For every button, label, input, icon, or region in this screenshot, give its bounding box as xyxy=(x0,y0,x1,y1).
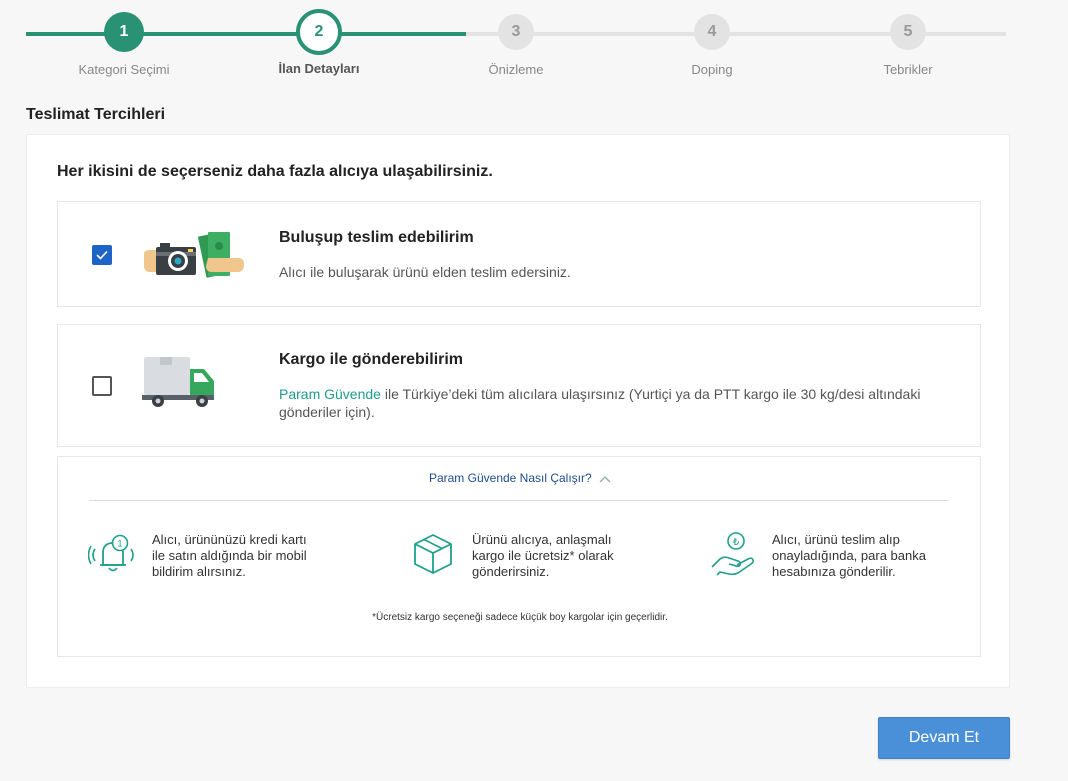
param-guvende-link[interactable]: Param Güvende xyxy=(279,386,381,402)
notification-bell-icon: 1 xyxy=(88,534,134,572)
meet-in-person-checkbox[interactable] xyxy=(92,245,112,265)
ship-by-cargo-checkbox[interactable] xyxy=(92,376,112,396)
checkmark-icon xyxy=(96,250,108,260)
hand-lira-coin-icon: ₺ xyxy=(711,532,755,576)
continue-button[interactable]: Devam Et xyxy=(878,717,1010,759)
step-4: 4 Doping xyxy=(632,8,792,77)
step-3: 3 Önizleme xyxy=(436,8,596,77)
progress-stepper: 1 Kategori Seçimi 2 İlan Detayları 3 Öni… xyxy=(26,8,1006,88)
delivery-truck-illustration xyxy=(142,357,214,407)
hand-exchange-illustration xyxy=(144,232,244,278)
step-label: İlan Detayları xyxy=(278,61,360,76)
delivery-preferences-card: Her ikisini de seçerseniz daha fazla alı… xyxy=(26,134,1010,688)
step-1: 1 Kategori Seçimi xyxy=(44,8,204,77)
param-guvende-info-panel: Param Güvende Nasıl Çalışır? 1 Alıcı, ür… xyxy=(57,456,981,657)
option-title: Buluşup teslim edebilirim xyxy=(279,229,474,246)
step-label: Tebrikler xyxy=(883,62,933,77)
section-title: Teslimat Tercihleri xyxy=(26,106,166,123)
option-title: Kargo ile gönderebilirim xyxy=(279,351,464,368)
option-description: Alıcı ile buluşarak ürünü elden teslim e… xyxy=(279,264,571,280)
option-description: Param Güvende ile Türkiye’deki tüm alıcı… xyxy=(279,385,939,421)
how-it-works-toggle[interactable]: Param Güvende Nasıl Çalışır? xyxy=(58,471,982,485)
chevron-up-icon xyxy=(599,475,611,483)
step-label: Doping xyxy=(691,62,733,77)
step-number: 4 xyxy=(694,14,730,50)
step-number: 2 xyxy=(296,9,342,55)
svg-text:₺: ₺ xyxy=(733,537,740,548)
step-number: 3 xyxy=(498,14,534,50)
step-number: 5 xyxy=(890,14,926,50)
info-step-text: Alıcı, ürününüzü kredi kartı ile satın a… xyxy=(152,532,307,579)
svg-text:1: 1 xyxy=(117,539,122,549)
info-step-text: Alıcı, ürünü teslim alıp onayladığında, … xyxy=(772,532,926,579)
info-step-text: Ürünü alıcıya, anlaşmalı kargo ile ücret… xyxy=(472,532,614,579)
step-number: 1 xyxy=(104,12,144,52)
option-meet-in-person[interactable]: Buluşup teslim edebilirim Alıcı ile bulu… xyxy=(57,201,981,307)
free-shipping-note: *Ücretsiz kargo seçeneği sadece küçük bo… xyxy=(372,612,668,623)
option-ship-by-cargo[interactable]: Kargo ile gönderebilirim Param Güvende i… xyxy=(57,324,981,447)
card-heading: Her ikisini de seçerseniz daha fazla alı… xyxy=(57,163,493,180)
divider xyxy=(89,500,949,501)
step-2: 2 İlan Detayları xyxy=(239,8,399,76)
step-label: Kategori Seçimi xyxy=(78,62,170,77)
step-label: Önizleme xyxy=(488,62,544,77)
package-box-icon xyxy=(414,534,452,574)
how-it-works-label: Param Güvende Nasıl Çalışır? xyxy=(428,471,592,485)
step-5: 5 Tebrikler xyxy=(828,8,988,77)
